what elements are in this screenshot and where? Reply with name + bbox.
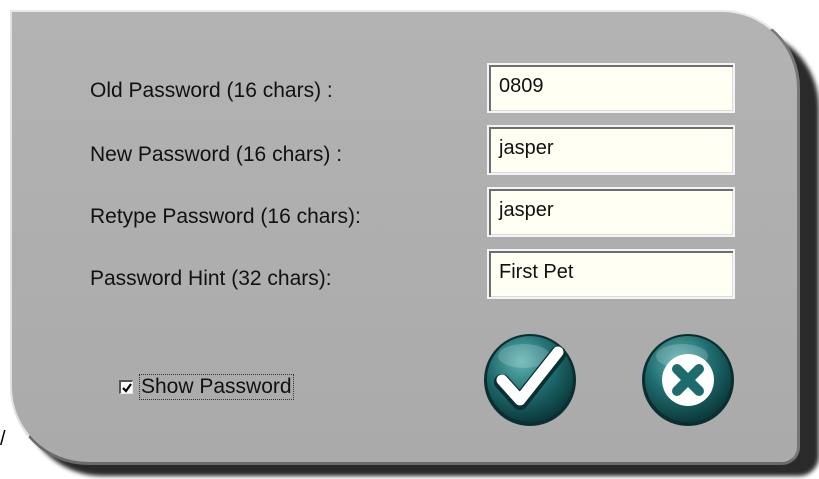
new-password-field[interactable]: jasper bbox=[487, 125, 735, 175]
retype-password-field[interactable]: jasper bbox=[487, 187, 735, 237]
retype-password-label: Retype Password (16 chars): bbox=[90, 205, 361, 228]
close-icon bbox=[642, 334, 734, 426]
checkmark-small-icon bbox=[122, 383, 132, 393]
new-password-label: New Password (16 chars) : bbox=[90, 143, 343, 166]
stray-mark: / bbox=[0, 428, 6, 450]
show-password-toggle[interactable]: Show Password bbox=[119, 374, 294, 400]
password-hint-field[interactable]: First Pet bbox=[487, 249, 735, 299]
cancel-button[interactable] bbox=[638, 330, 738, 430]
ok-button[interactable] bbox=[480, 330, 580, 430]
password-dialog: / Old Password (16 chars) : 0809 New Pas… bbox=[0, 0, 819, 479]
show-password-checkbox[interactable] bbox=[119, 380, 133, 394]
show-password-label: Show Password bbox=[139, 374, 294, 400]
password-hint-label: Password Hint (32 chars): bbox=[90, 267, 332, 290]
old-password-field[interactable]: 0809 bbox=[487, 63, 735, 113]
old-password-label: Old Password (16 chars) : bbox=[90, 79, 333, 102]
checkmark-icon bbox=[484, 334, 576, 426]
